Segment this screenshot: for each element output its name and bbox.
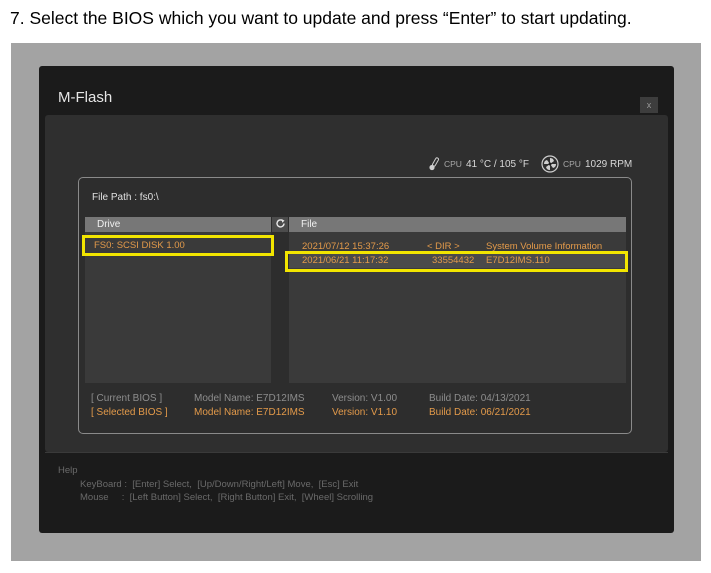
refresh-button[interactable] (272, 217, 288, 232)
selected-bios-build: Build Date: 06/21/2021 (429, 407, 531, 418)
close-button[interactable]: x (640, 97, 658, 113)
drive-highlight-box (82, 235, 274, 256)
file-highlight-box (285, 251, 628, 272)
instruction-text: 7. Select the BIOS which you want to upd… (10, 8, 632, 28)
file-column-header: File (289, 217, 626, 232)
cpu-temp-status: CPU 41 °C / 105 °F (428, 154, 529, 174)
selected-bios-model: Model Name: E7D12IMS (194, 407, 305, 418)
current-bios-label: [ Current BIOS ] (91, 393, 163, 404)
current-bios-version: Version: V1.00 (332, 393, 398, 404)
refresh-icon (275, 216, 286, 234)
help-mouse: Mouse : [Left Button] Select, [Right But… (80, 492, 374, 503)
current-bios-build: Build Date: 04/13/2021 (429, 393, 531, 404)
help-title: Help (58, 465, 78, 476)
cpu-fan-label: CPU (563, 159, 581, 169)
selected-bios-label: [ Selected BIOS ] (91, 407, 168, 418)
drive-column-header: Drive (85, 217, 271, 232)
cpu-temp-label: CPU (444, 159, 462, 169)
cpu-fan-value: 1029 RPM (584, 158, 633, 170)
cpu-temp-value: 41 °C / 105 °F (465, 158, 529, 170)
current-bios-row: [ Current BIOS ] Model Name: E7D12IMS Ve… (91, 393, 541, 405)
cpu-fan-status: CPU 1029 RPM (541, 154, 632, 174)
fan-icon (541, 155, 559, 173)
thermometer-icon (428, 157, 440, 171)
window-title: M-Flash (58, 89, 113, 106)
help-keyboard: KeyBoard : [Enter] Select, [Up/Down/Righ… (80, 479, 359, 490)
current-bios-model: Model Name: E7D12IMS (194, 393, 305, 404)
selected-bios-version: Version: V1.10 (332, 407, 398, 418)
selected-bios-row: [ Selected BIOS ] Model Name: E7D12IMS V… (91, 407, 541, 419)
file-path: File Path : fs0:\ (92, 192, 159, 203)
help-divider (45, 452, 668, 453)
